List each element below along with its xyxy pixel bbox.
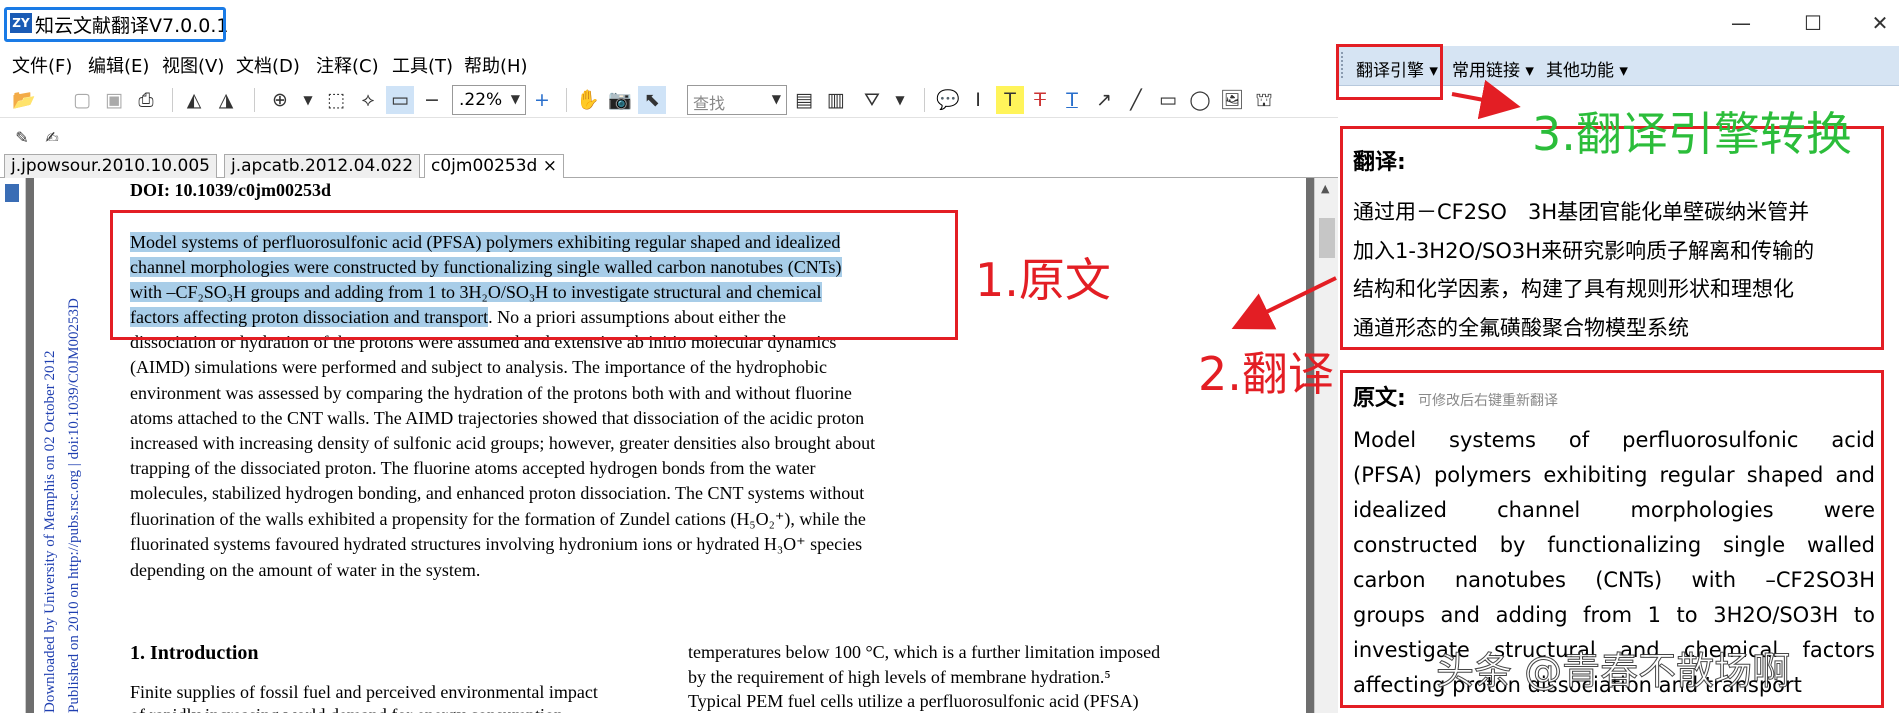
original-text-frame (110, 210, 958, 340)
rectangle-icon[interactable]: ▭ (1154, 86, 1182, 114)
abstract-line: atoms attached to the CNT walls. The AIM… (130, 408, 865, 428)
save-as-icon[interactable]: ▣ (100, 86, 128, 114)
tab-document-1[interactable]: j.jpowsour.2010.10.005 (4, 154, 217, 178)
doi-line: DOI: 10.1039/c0jm00253d (130, 180, 331, 200)
engine-tab-frame (1336, 44, 1443, 100)
minimize-button[interactable]: — (1719, 8, 1763, 38)
body-text-line: by the requirement of high levels of mem… (688, 667, 1111, 687)
image-icon[interactable]: 🖼 (1218, 86, 1246, 114)
print-icon[interactable]: ⎙ (132, 86, 160, 114)
scroll-thumb[interactable] (1319, 218, 1335, 258)
tab-document-2[interactable]: j.apcatb.2012.04.022 (224, 154, 421, 178)
ellipse-icon[interactable]: ◯ (1186, 86, 1214, 114)
open-folder-icon[interactable]: 📂 (10, 86, 38, 114)
menu-annotation[interactable]: 注释(C) (316, 52, 379, 78)
chevron-down-icon: ▼ (771, 92, 781, 106)
publication-note: Published on 2010 on http://pubs.rsc.org… (66, 298, 82, 713)
actual-size-icon[interactable]: ▭ (386, 86, 414, 114)
document-tabs: j.jpowsour.2010.10.005 j.apcatb.2012.04.… (0, 152, 1338, 178)
annotation-label-engine: 3.翻译引擎转换 (1532, 107, 1852, 161)
menu-bar: 文件(F) 编辑(E) 视图(V) 文档(D) 注释(C) 工具(T) 帮助(H… (0, 46, 1338, 80)
toolbar-divider (924, 88, 925, 112)
bookmark-icon[interactable] (5, 184, 19, 202)
toolbar-divider (172, 88, 173, 112)
menu-view[interactable]: 视图(V) (162, 52, 224, 78)
comment-icon[interactable]: 💬 (934, 86, 962, 114)
body-text-line: Finite supplies of fossil fuel and perce… (130, 682, 598, 702)
arrow-icon[interactable]: ↗ (1090, 86, 1118, 114)
strikethrough-icon[interactable]: T (1026, 86, 1054, 114)
scroll-up-icon[interactable]: ▲ (1321, 182, 1329, 195)
secondary-toolbar: ✎ ✍ (0, 120, 1338, 152)
chevron-down-icon[interactable]: ▼ (294, 86, 322, 114)
menu-edit[interactable]: 编辑(E) (88, 52, 149, 78)
download-note: Downloaded by University of Memphis on 0… (42, 350, 58, 713)
menu-tools[interactable]: 工具(T) (392, 52, 453, 78)
abstract-line: trapping of the dissociated proton. The … (130, 458, 816, 478)
select-tool-icon[interactable]: ⬉ (638, 86, 666, 114)
toolbar-divider (566, 88, 567, 112)
tab-other-functions[interactable]: 其他功能 ▾ (1546, 56, 1628, 81)
app-window: ZY 知云文献翻译V7.0.0.1 — ☐ ✕ 文件(F) 编辑(E) 视图(V… (0, 0, 1899, 713)
close-button[interactable]: ✕ (1858, 8, 1899, 38)
zoom-value: .22% (459, 90, 503, 110)
menu-help[interactable]: 帮助(H) (464, 52, 528, 78)
zoom-plus-icon[interactable]: + (528, 86, 556, 114)
maximize-button[interactable]: ☐ (1791, 8, 1835, 38)
text-insert-icon[interactable]: I (964, 86, 992, 114)
watermark: 头条 @青春不散场啊 (1435, 649, 1791, 694)
abstract-line: molecules, stabilized hydrogen bonding, … (130, 483, 865, 503)
abstract-line: fluorinated systems favoured hydrated st… (130, 534, 863, 554)
main-toolbar: 📂 ▢ ▣ ⎙ ◭ ◮ ⊕ ▼ ⬚ ⟡ ▭ − + ✋ 📷 ⬉ ▤ ▥ ⛛ ▼ … (0, 82, 1338, 118)
toolbar-divider (254, 88, 255, 112)
menu-file[interactable]: 文件(F) (12, 52, 72, 78)
highlight-text-icon[interactable]: T (996, 86, 1024, 114)
title-bar: ZY 知云文献翻译V7.0.0.1 — ☐ ✕ (0, 0, 1899, 46)
bookmark-strip (0, 178, 26, 713)
abstract-line: depending on the amount of water in the … (130, 560, 481, 580)
tab-common-links[interactable]: 常用链接 ▾ (1452, 56, 1534, 81)
page-list-icon[interactable]: ▥ (822, 86, 850, 114)
section-heading: 1. Introduction (130, 642, 259, 664)
snapshot-icon[interactable]: 📷 (606, 86, 634, 114)
abstract-line: environment was assessed by comparing th… (130, 383, 852, 403)
abstract-line: (AIMD) simulations were performed and su… (130, 357, 827, 377)
hand-tool-icon[interactable]: ✋ (574, 86, 602, 114)
fit-page-icon[interactable]: ⬚ (322, 86, 350, 114)
find-input[interactable]: 查找 ▼ (687, 85, 787, 115)
vertical-scrollbar[interactable]: ▲ (1314, 178, 1338, 713)
edit-note-icon[interactable]: ✎ (8, 124, 36, 152)
abstract-line: increased with increasing density of sul… (130, 433, 876, 453)
filter-icon[interactable]: ⛛ (858, 86, 886, 114)
zoom-select[interactable]: .22% ▼ (452, 85, 526, 115)
rotate-right-icon[interactable]: ◮ (212, 86, 240, 114)
abstract-line: fluorination of the walls exhibited a pr… (130, 509, 866, 529)
line-icon[interactable]: ╱ (1122, 86, 1150, 114)
body-text-line: of rapidly increasing world demand for e… (130, 705, 563, 713)
chevron-down-icon[interactable]: ▼ (886, 86, 914, 114)
annotation-label-translation: 2.翻译 (1198, 347, 1334, 401)
title-highlight-frame (4, 7, 226, 42)
body-text-line: temperatures below 100 °C, which is a fu… (688, 642, 1161, 662)
menu-document[interactable]: 文档(D) (236, 52, 300, 78)
tab-document-3[interactable]: c0jm00253d × (424, 154, 564, 178)
underline-icon[interactable]: T (1058, 86, 1086, 114)
page-icon[interactable]: ▤ (790, 86, 818, 114)
body-text-line: Typical PEM fuel cells utilize a perfluo… (688, 691, 1139, 711)
annotation-label-original: 1.原文 (975, 253, 1111, 307)
fit-width-icon[interactable]: ⟡ (354, 86, 382, 114)
find-placeholder: 查找 (693, 94, 726, 113)
rotate-left-icon[interactable]: ◭ (180, 86, 208, 114)
chevron-down-icon: ▼ (510, 92, 520, 106)
stamp-icon[interactable]: ⛫ (1250, 86, 1278, 114)
save-icon[interactable]: ▢ (68, 86, 96, 114)
zoom-out-icon[interactable]: − (418, 86, 446, 114)
zoom-in-icon[interactable]: ⊕ (266, 86, 294, 114)
edit-doc-icon[interactable]: ✍ (38, 124, 66, 152)
